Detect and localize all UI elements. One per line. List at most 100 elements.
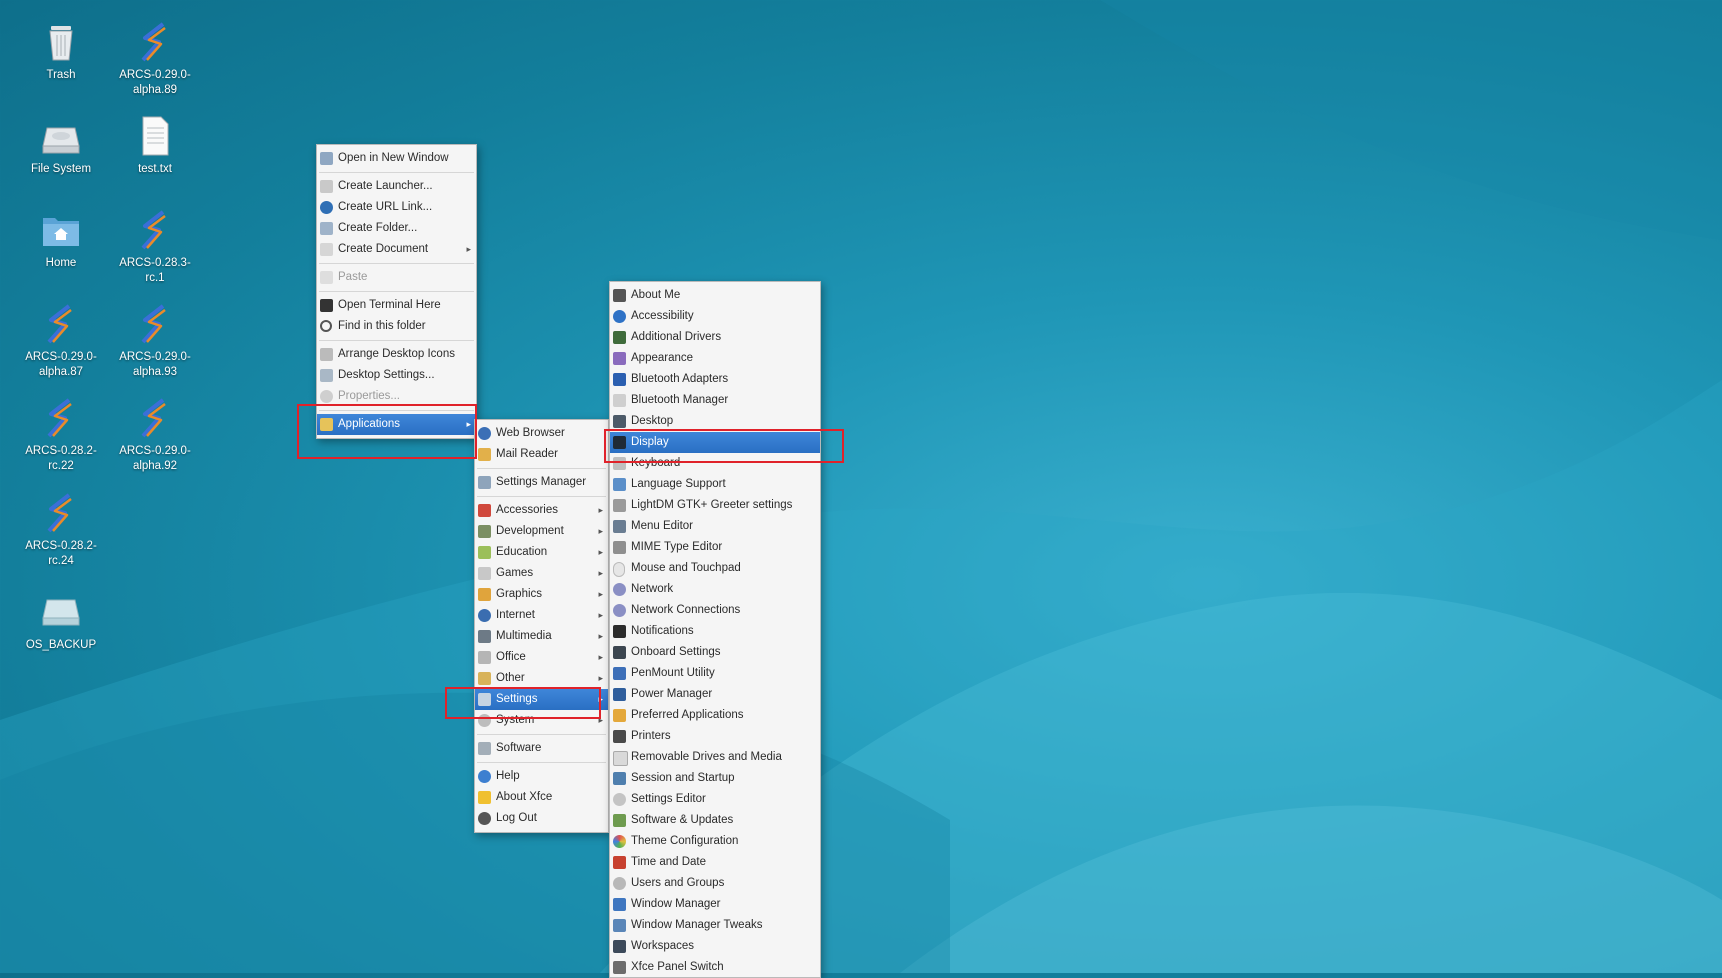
menu-item-education[interactable]: Education ▸ — [475, 542, 608, 563]
menu-item-label: Mail Reader — [496, 448, 558, 460]
desktop-icon-arcs-0-28-3-rc-1[interactable]: ARCS-0.28.3-rc.1 — [110, 208, 200, 286]
menu-item-create-document[interactable]: Create Document ▸ — [317, 239, 476, 260]
menu-item-open-new-window[interactable]: Open in New Window — [317, 148, 476, 169]
settings-item-onboard-settings[interactable]: Onboard Settings — [610, 642, 820, 663]
menu-item-label: Log Out — [496, 812, 537, 824]
settings-item-settings-editor[interactable]: Settings Editor — [610, 789, 820, 810]
desktop-icon-os-backup[interactable]: OS_BACKUP — [16, 590, 106, 653]
desktop-icon-arcs-0-29-0-alpha-92[interactable]: ARCS-0.29.0-alpha.92 — [110, 396, 200, 474]
settings-item-mouse-touchpad[interactable]: Mouse and Touchpad — [610, 558, 820, 579]
desktop-icon-trash[interactable]: Trash — [16, 20, 106, 83]
settings-item-users-groups[interactable]: Users and Groups — [610, 873, 820, 894]
menu-item-internet[interactable]: Internet ▸ — [475, 605, 608, 626]
settings-item-network-connections[interactable]: Network Connections — [610, 600, 820, 621]
menu-item-create-url-link[interactable]: Create URL Link... — [317, 197, 476, 218]
arcs-app-icon — [141, 304, 166, 344]
settings-item-bluetooth-manager[interactable]: Bluetooth Manager — [610, 390, 820, 411]
settings-item-time-date[interactable]: Time and Date — [610, 852, 820, 873]
paste-icon — [320, 271, 333, 284]
settings-item-workspaces[interactable]: Workspaces — [610, 936, 820, 957]
accessibility-icon — [613, 310, 626, 323]
menu-item-label: Office — [496, 651, 526, 663]
menu-item-mail-reader[interactable]: Mail Reader — [475, 444, 608, 465]
education-icon — [478, 546, 491, 559]
desktop-icon-arcs-0-28-2-rc-24[interactable]: ARCS-0.28.2-rc.24 — [16, 491, 106, 569]
menu-item-label: Properties... — [338, 390, 400, 402]
menu-item-create-launcher[interactable]: Create Launcher... — [317, 176, 476, 197]
games-icon — [478, 567, 491, 580]
settings-item-printers[interactable]: Printers — [610, 726, 820, 747]
menu-item-graphics[interactable]: Graphics ▸ — [475, 584, 608, 605]
settings-item-penmount-utility[interactable]: PenMount Utility — [610, 663, 820, 684]
settings-item-appearance[interactable]: Appearance — [610, 348, 820, 369]
settings-item-lightdm-greeter[interactable]: LightDM GTK+ Greeter settings — [610, 495, 820, 516]
menu-item-label: Accessories — [496, 504, 558, 516]
gear-icon — [320, 390, 333, 403]
desktop-icon-arcs-0-29-0-alpha-87[interactable]: ARCS-0.29.0-alpha.87 — [16, 302, 106, 380]
network-icon — [613, 604, 626, 617]
settings-item-power-manager[interactable]: Power Manager — [610, 684, 820, 705]
menu-item-label: Education — [496, 546, 548, 558]
notification-icon — [613, 625, 626, 638]
panel-switch-icon — [613, 961, 626, 974]
settings-item-removable-drives[interactable]: Removable Drives and Media — [610, 747, 820, 768]
settings-item-bluetooth-adapters[interactable]: Bluetooth Adapters — [610, 369, 820, 390]
menu-item-about-xfce[interactable]: About Xfce — [475, 787, 608, 808]
desktop-context-menu: Open in New Window Create Launcher... Cr… — [316, 144, 477, 439]
other-icon — [478, 672, 491, 685]
menu-item-games[interactable]: Games ▸ — [475, 563, 608, 584]
menu-item-create-folder[interactable]: Create Folder... — [317, 218, 476, 239]
settings-item-additional-drivers[interactable]: Additional Drivers — [610, 327, 820, 348]
settings-item-network[interactable]: Network — [610, 579, 820, 600]
document-new-icon — [320, 243, 333, 256]
desktop-icon-home[interactable]: Home — [16, 208, 106, 271]
settings-item-preferred-applications[interactable]: Preferred Applications — [610, 705, 820, 726]
menu-item-development[interactable]: Development ▸ — [475, 521, 608, 542]
desktop-icon-arcs-0-28-2-rc-22[interactable]: ARCS-0.28.2-rc.22 — [16, 396, 106, 474]
settings-item-window-manager[interactable]: Window Manager — [610, 894, 820, 915]
menu-item-log-out[interactable]: Log Out — [475, 808, 608, 829]
desktop-icon-file-system[interactable]: File System — [16, 114, 106, 177]
settings-item-language-support[interactable]: Language Support — [610, 474, 820, 495]
menu-item-label: Xfce Panel Switch — [631, 961, 724, 973]
menu-item-office[interactable]: Office ▸ — [475, 647, 608, 668]
menu-item-software[interactable]: Software — [475, 738, 608, 759]
arcs-app-icon — [47, 398, 72, 438]
menu-item-open-terminal[interactable]: Open Terminal Here — [317, 295, 476, 316]
desktop-icon-label: OS_BACKUP — [25, 639, 97, 651]
desktop-icon-label: ARCS-0.28.2-rc.24 — [25, 540, 97, 567]
home-folder-icon — [43, 218, 79, 246]
menu-item-label: PenMount Utility — [631, 667, 715, 679]
settings-item-accessibility[interactable]: Accessibility — [610, 306, 820, 327]
settings-item-menu-editor[interactable]: Menu Editor — [610, 516, 820, 537]
settings-item-session-startup[interactable]: Session and Startup — [610, 768, 820, 789]
settings-item-mime-type-editor[interactable]: MIME Type Editor — [610, 537, 820, 558]
menu-separator — [477, 468, 606, 469]
settings-item-about-me[interactable]: About Me — [610, 285, 820, 306]
menu-item-accessories[interactable]: Accessories ▸ — [475, 500, 608, 521]
menu-item-find-in-folder[interactable]: Find in this folder — [317, 316, 476, 337]
menu-item-multimedia[interactable]: Multimedia ▸ — [475, 626, 608, 647]
menu-item-desktop-settings[interactable]: Desktop Settings... — [317, 365, 476, 386]
settings-item-xfce-panel-switch[interactable]: Xfce Panel Switch — [610, 957, 820, 977]
settings-item-theme-configuration[interactable]: Theme Configuration — [610, 831, 820, 852]
menu-item-label: Window Manager — [631, 898, 721, 910]
menu-item-label: Theme Configuration — [631, 835, 739, 847]
settings-item-notifications[interactable]: Notifications — [610, 621, 820, 642]
menu-item-label: Create Launcher... — [338, 180, 433, 192]
software-icon — [478, 742, 491, 755]
menu-item-web-browser[interactable]: Web Browser — [475, 423, 608, 444]
menu-item-help[interactable]: Help — [475, 766, 608, 787]
desktop-icon-test-txt[interactable]: test.txt — [110, 114, 200, 177]
settings-item-software-updates[interactable]: Software & Updates — [610, 810, 820, 831]
menu-item-label: Notifications — [631, 625, 694, 637]
desktop-icon-arcs-0-29-0-alpha-93[interactable]: ARCS-0.29.0-alpha.93 — [110, 302, 200, 380]
desktop-icon-label: ARCS-0.29.0-alpha.92 — [119, 445, 191, 472]
gear-icon — [613, 793, 626, 806]
menu-item-settings-manager[interactable]: Settings Manager — [475, 472, 608, 493]
settings-item-window-manager-tweaks[interactable]: Window Manager Tweaks — [610, 915, 820, 936]
battery-icon — [613, 688, 626, 701]
menu-item-other[interactable]: Other ▸ — [475, 668, 608, 689]
desktop-icon-arcs-0-29-0-alpha-89[interactable]: ARCS-0.29.0-alpha.89 — [110, 20, 200, 98]
menu-item-arrange-icons[interactable]: Arrange Desktop Icons — [317, 344, 476, 365]
